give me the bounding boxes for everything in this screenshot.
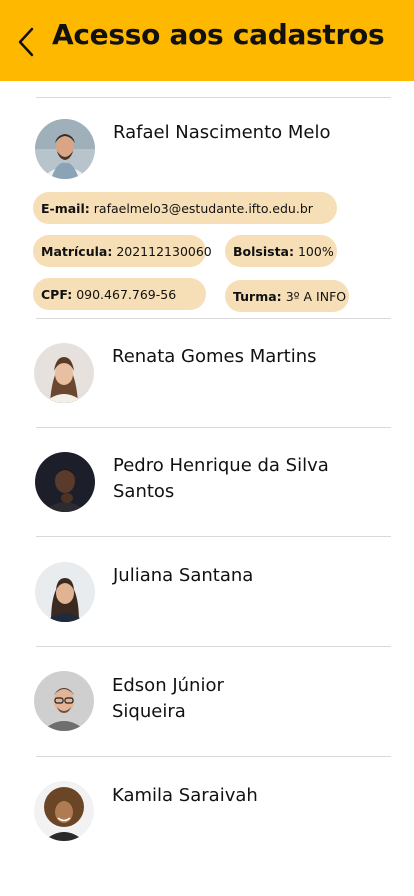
email-value: rafaelmelo3@estudante.ifto.edu.br [93,200,313,216]
bolsista-value: 100% [297,243,334,259]
app-header: Acesso aos cadastros [0,0,414,81]
bolsista-label: Bolsista: [233,243,294,259]
student-name: Juliana Santana [113,565,254,586]
back-button[interactable] [12,24,40,60]
avatar [35,119,95,179]
matricula-label: Matrícula: [41,243,113,259]
avatar [34,781,94,841]
student-name: Kamila Saraivah [112,785,258,806]
avatar [35,562,95,622]
student-name: Renata Gomes Martins [112,346,317,367]
email-label: E-mail: [41,200,90,216]
page-title: Acesso aos cadastros [52,18,385,51]
chevron-left-icon [18,27,34,57]
bolsista-chip: Bolsista: 100% [225,235,337,267]
student-name: Edson Júnior Siqueira [112,675,224,722]
avatar [34,671,94,731]
cpf-chip: CPF: 090.467.769-56 [33,278,206,310]
turma-value: 3º A INFO [285,288,347,304]
turma-label: Turma: [233,288,282,304]
cpf-label: CPF: [41,286,73,302]
student-name: Rafael Nascimento Melo [113,122,331,143]
email-chip: E-mail: rafaelmelo3@estudante.ifto.edu.b… [33,192,337,224]
turma-chip: Turma: 3º A INFO [225,280,349,312]
cpf-value: 090.467.769-56 [76,286,177,302]
avatar [35,452,95,512]
avatar [34,343,94,403]
matricula-chip: Matrícula: 202112130060 [33,235,212,267]
student-name: Pedro Henrique da Silva Santos [113,455,329,502]
matricula-value: 202112130060 [116,243,212,259]
